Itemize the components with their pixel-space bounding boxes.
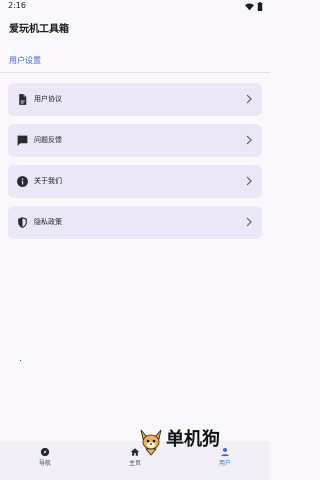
- menu-item-privacy-policy[interactable]: 隐私政策: [8, 206, 262, 239]
- document-icon: [19, 94, 27, 105]
- menu-item-label: 关于我们: [34, 177, 62, 185]
- dog-mascot-icon: [140, 429, 162, 456]
- status-time: 2:16: [8, 1, 26, 10]
- nav-item-label: 导航: [38, 460, 51, 467]
- menu-item-label: 隐私政策: [34, 218, 62, 226]
- battery-icon: [257, 2, 263, 11]
- nav-item-label: 用户: [218, 460, 231, 467]
- chevron-right-icon: [246, 135, 252, 145]
- status-bar: 2:16: [0, 0, 270, 14]
- app-bar: 爱玩机工具箱: [0, 14, 270, 46]
- info-icon: [17, 176, 28, 187]
- stray-dot: [20, 360, 21, 361]
- section-title: 用户设置: [9, 56, 41, 65]
- nav-item-guide[interactable]: 导航: [20, 447, 70, 475]
- menu-item-user-agreement[interactable]: 用户协议: [8, 83, 262, 116]
- watermark: 单机狗: [137, 428, 237, 456]
- chevron-right-icon: [246, 94, 252, 104]
- watermark-text: 单机狗: [166, 429, 220, 450]
- compass-icon: [40, 447, 50, 457]
- chevron-right-icon: [246, 176, 252, 186]
- nav-item-label: 主页: [128, 460, 141, 467]
- shield-icon: [18, 217, 27, 228]
- menu-item-about-us[interactable]: 关于我们: [8, 165, 262, 198]
- chevron-right-icon: [246, 217, 252, 227]
- menu-item-feedback[interactable]: 问题反馈: [8, 124, 262, 157]
- settings-menu: 用户协议 问题反馈 关于我们 隐私政策: [8, 83, 262, 247]
- menu-item-label: 用户协议: [34, 95, 62, 103]
- feedback-icon: [17, 135, 28, 146]
- menu-item-label: 问题反馈: [34, 136, 62, 144]
- status-icons: [245, 2, 263, 11]
- app-title: 爱玩机工具箱: [9, 24, 69, 35]
- section-divider: [0, 72, 270, 73]
- wifi-icon: [245, 2, 254, 10]
